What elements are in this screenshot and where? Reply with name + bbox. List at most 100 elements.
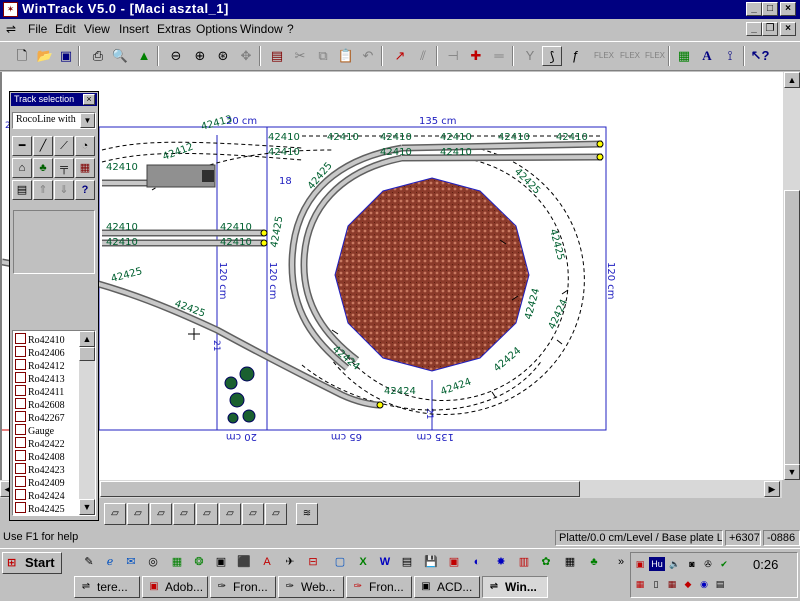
list-item[interactable]: Gauge (15, 424, 54, 437)
more-chevron-icon[interactable]: » (612, 553, 630, 571)
list-item[interactable]: Ro42408 (15, 450, 65, 463)
switch-icon[interactable]: Y (520, 46, 540, 66)
app-icon-6[interactable]: ⊟ (304, 553, 322, 571)
layer-6-icon[interactable]: ▱ (219, 503, 241, 525)
flex-icon[interactable]: ƒ (565, 46, 585, 66)
dropdown-arrow-icon[interactable]: ▼ (80, 113, 95, 128)
undo-icon[interactable]: ↶ (358, 46, 378, 66)
list-scroll-up-button[interactable]: ▲ (79, 331, 95, 347)
tree-group[interactable] (224, 366, 256, 424)
align-icon[interactable]: ═ (489, 46, 509, 66)
app-icon[interactable]: ✶ (3, 2, 18, 17)
outlook-icon[interactable]: ✉ (122, 553, 140, 571)
texture-button[interactable]: ▦ (75, 158, 95, 178)
task-adobe[interactable]: ▣ Adob... (142, 576, 208, 598)
join-icon[interactable]: ⊣ (443, 46, 463, 66)
print-icon[interactable]: ⎙ (88, 46, 108, 66)
zoom-all-icon[interactable]: ✥ (236, 46, 256, 66)
list-item[interactable]: Ro42608 (15, 398, 65, 411)
text-icon[interactable]: A (697, 46, 717, 66)
context-help-icon[interactable]: ↖? (750, 46, 770, 66)
curve-track-button[interactable]: ╱ (33, 136, 53, 156)
layer-7-icon[interactable]: ▱ (242, 503, 264, 525)
ie-icon[interactable]: ℯ (101, 553, 119, 571)
grid-button[interactable]: ▤ (12, 180, 32, 200)
cut-icon[interactable]: ✂ (290, 46, 310, 66)
layer-8-icon[interactable]: ▱ (265, 503, 287, 525)
language-indicator[interactable]: Hu (649, 557, 665, 571)
doc-close-button[interactable]: × (780, 22, 796, 36)
vertical-scrollbar[interactable]: ▲ ▼ (782, 72, 800, 480)
down-level-button[interactable]: ⇓ (54, 180, 74, 200)
straight-track-button[interactable]: ━ (12, 136, 32, 156)
camera-icon[interactable]: ◙ (685, 557, 699, 571)
app-icon-15[interactable]: ▦ (561, 553, 579, 571)
tray-icon[interactable]: ◆ (681, 577, 695, 591)
menu-insert[interactable]: Insert (119, 22, 149, 36)
task-acdsee[interactable]: ▣ ACD... (414, 576, 480, 598)
app-icon-10[interactable]: ▣ (445, 553, 463, 571)
app-icon-4[interactable]: ⬛ (235, 553, 253, 571)
up-level-button[interactable]: ⇑ (33, 180, 53, 200)
save-icon[interactable]: ▣ (56, 46, 76, 66)
notepad-icon[interactable]: ✎ (80, 553, 98, 571)
app-icon-13[interactable]: ▥ (515, 553, 533, 571)
word-icon[interactable]: W (376, 553, 394, 571)
list-scroll-thumb[interactable] (79, 347, 95, 361)
app-icon-14[interactable]: ✿ (537, 553, 555, 571)
task-tere[interactable]: ⇌ tere... (74, 576, 140, 598)
layer-4-icon[interactable]: ▱ (173, 503, 195, 525)
all-layers-icon[interactable]: ≋ (296, 503, 318, 525)
scroll-right-button[interactable]: ▶ (764, 481, 780, 497)
scroll-down-button[interactable]: ▼ (784, 464, 800, 480)
tray-icon[interactable]: ▯ (649, 577, 663, 591)
minimize-button[interactable]: _ (746, 2, 762, 16)
list-item[interactable]: Ro42409 (15, 476, 65, 489)
flex-track2-icon[interactable]: FLEX (620, 46, 640, 66)
doc-icon[interactable]: ⇌ (3, 21, 19, 37)
horizontal-scrollbar[interactable]: ◀ ▶ (0, 480, 782, 498)
list-item[interactable]: Ro42423 (15, 463, 65, 476)
zoom-fit-icon[interactable]: ⊛ (213, 46, 233, 66)
menu-window[interactable]: Window (240, 22, 283, 36)
menu-extras[interactable]: Extras (157, 22, 191, 36)
task-wintrack[interactable]: ⇌ Win... (482, 576, 548, 598)
turnout-button[interactable]: ⟋ (54, 136, 74, 156)
app-icon-11[interactable]: ◐ (468, 553, 486, 571)
app-icon-1[interactable]: ▦ (168, 553, 186, 571)
layer-3-icon[interactable]: ▱ (150, 503, 172, 525)
list-item[interactable]: Ro42406 (15, 346, 65, 359)
track-edit-icon[interactable]: ⫽ (413, 46, 433, 66)
task-frontpage-1[interactable]: ✑ Fron... (210, 576, 276, 598)
menu-view[interactable]: View (84, 22, 110, 36)
app-icon-16[interactable]: ♣ (585, 553, 603, 571)
volume-icon[interactable]: 🔈 (668, 557, 682, 571)
image-icon[interactable]: ▲ (134, 46, 154, 66)
tray-icon[interactable]: ▣ (633, 557, 647, 571)
menu-options[interactable]: Options (196, 22, 237, 36)
tree-button[interactable]: ♣ (33, 158, 53, 178)
doc-minimize-button[interactable]: _ (746, 22, 762, 36)
media-icon[interactable]: ◎ (144, 553, 162, 571)
doc-restore-button[interactable]: ❐ (762, 22, 778, 36)
layout-canvas[interactable]: 20 cm 135 cm 120 cm 120 cm 120 cm 20 cm … (0, 72, 782, 480)
list-item[interactable]: Ro42422 (15, 437, 65, 450)
app-icon-2[interactable]: ❂ (190, 553, 208, 571)
layer-1-icon[interactable]: ▱ (104, 503, 126, 525)
app-icon-12[interactable]: ✸ (492, 553, 510, 571)
scroll-up-button[interactable]: ▲ (784, 72, 800, 88)
horizontal-scroll-thumb[interactable] (100, 481, 580, 497)
zoom-in-icon[interactable]: ⊕ (190, 46, 210, 66)
list-scrollbar[interactable]: ▲ ▼ (79, 331, 95, 515)
menu-help[interactable]: ? (287, 22, 294, 36)
tray-icon[interactable]: ▤ (713, 577, 727, 591)
list-item[interactable]: Ro42412 (15, 359, 65, 372)
hill-baseplate[interactable] (334, 177, 530, 372)
zoom-out-icon[interactable]: ⊖ (166, 46, 186, 66)
menu-file[interactable]: File (28, 22, 47, 36)
copy-icon[interactable]: ⧉ (313, 46, 333, 66)
tray-icon[interactable]: ▦ (665, 577, 679, 591)
menu-edit[interactable]: Edit (55, 22, 76, 36)
tray-icon[interactable]: ▦ (633, 577, 647, 591)
paste-icon[interactable]: 📋 (336, 46, 356, 66)
